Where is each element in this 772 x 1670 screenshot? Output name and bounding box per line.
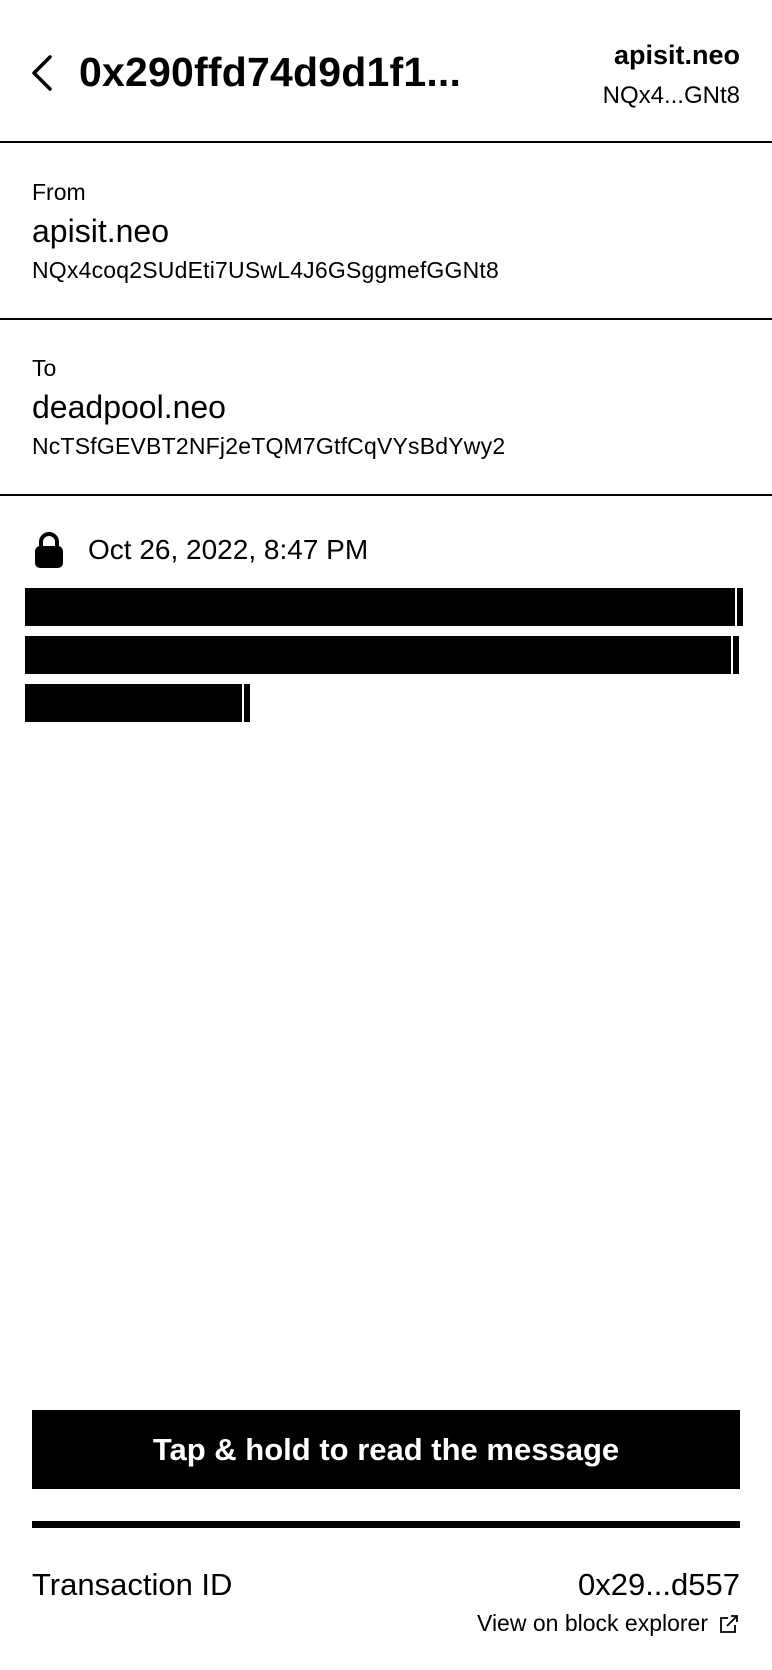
transaction-id-label: Transaction ID xyxy=(32,1567,233,1602)
header: 0x290ffd74d9d1f1... apisit.neo NQx4...GN… xyxy=(0,0,772,143)
chevron-left-icon xyxy=(32,55,52,91)
transaction-title: 0x290ffd74d9d1f1... xyxy=(79,49,462,95)
view-on-block-explorer-link[interactable]: View on block explorer xyxy=(477,1610,740,1637)
account-name: apisit.neo xyxy=(613,40,740,70)
to-label: To xyxy=(32,355,57,381)
from-name: apisit.neo xyxy=(32,213,169,249)
from-section: From apisit.neo NQx4coq2SUdEti7USwL4J6GS… xyxy=(0,143,772,320)
message-date: Oct 26, 2022, 8:47 PM xyxy=(88,534,369,565)
transaction-id-value: 0x29...d557 xyxy=(577,1567,740,1602)
message-date-row: Oct 26, 2022, 8:47 PM xyxy=(32,528,368,572)
to-name: deadpool.neo xyxy=(32,389,226,425)
redacted-message-line xyxy=(25,636,739,674)
redacted-message-line xyxy=(25,684,250,722)
lock-icon xyxy=(35,532,63,568)
read-message-button[interactable]: Tap & hold to read the message xyxy=(32,1410,740,1489)
to-section: To deadpool.neo NcTSfGEVBT2NFj2eTQM7GtfC… xyxy=(0,319,772,496)
to-address: NcTSfGEVBT2NFj2eTQM7GtfCqVYsBdYwy2 xyxy=(32,433,506,459)
divider xyxy=(32,1521,740,1528)
account-address: NQx4...GNt8 xyxy=(602,82,740,109)
explorer-link-label: View on block explorer xyxy=(477,1610,708,1636)
external-link-icon xyxy=(720,1614,738,1633)
from-address: NQx4coq2SUdEti7USwL4J6GSggmefGGNt8 xyxy=(32,257,500,283)
from-label: From xyxy=(32,179,86,205)
redacted-message-line xyxy=(25,588,743,626)
back-button[interactable] xyxy=(22,48,62,98)
